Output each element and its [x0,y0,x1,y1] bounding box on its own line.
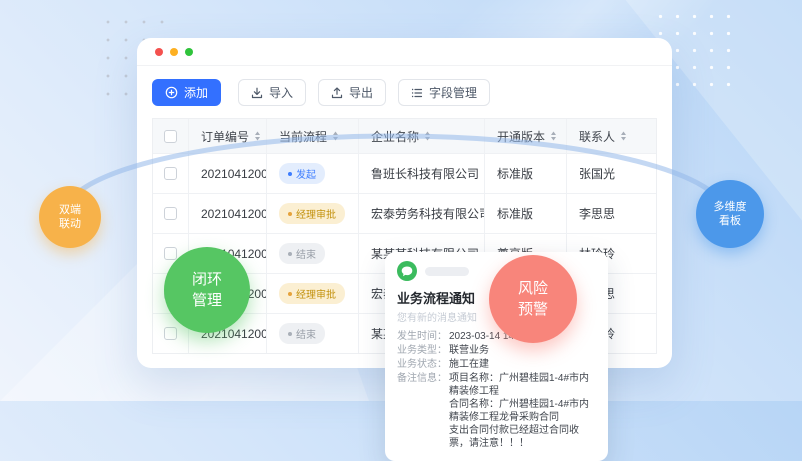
feature-bubble-dual-link: 双端联动 [39,186,101,248]
upload-icon [331,87,343,99]
plus-circle-icon [165,86,178,99]
process-status-badge: 经理审批 [279,203,345,224]
process-status-badge: 结束 [279,323,325,344]
field-label: 发生时间： [397,330,449,343]
export-button-label: 导出 [349,84,373,101]
toolbar: 添加 导入 导出 字段管理 [137,66,672,118]
process-status-badge: 经理审批 [279,283,345,304]
row-checkbox[interactable] [164,247,177,260]
sort-icon[interactable] [254,131,261,141]
field-manage-button-label: 字段管理 [429,84,477,101]
chat-icon [397,261,417,281]
header-order-no: 订单编号 [201,128,249,145]
version: 标准版 [497,165,533,182]
add-button-label: 添加 [184,84,208,101]
version: 标准版 [497,205,533,222]
sort-icon[interactable] [620,131,627,141]
field-label: 备注信息： [397,372,449,450]
feature-bubble-risk-warning: 风险预警 [489,255,577,343]
window-titlebar [137,38,672,66]
row-checkbox[interactable] [164,327,177,340]
contact-name: 张国光 [579,165,615,182]
table-row: 20210412001 发起 鲁班长科技有限公司 标准版 张国光 [153,153,656,193]
import-button[interactable]: 导入 [238,79,306,106]
process-status-badge: 结束 [279,243,325,264]
sort-icon[interactable] [424,131,431,141]
company-name: 鲁班长科技有限公司 [371,165,479,182]
header-contact: 联系人 [579,128,615,145]
field-value: 联营业务 [449,344,489,357]
field-label: 业务状态： [397,358,449,371]
add-button[interactable]: 添加 [152,79,221,106]
order-no: 20210412001 [201,167,267,181]
header-version: 开通版本 [497,128,545,145]
list-icon [411,87,423,99]
feature-bubble-closed-loop: 闭环管理 [164,247,250,333]
sort-icon[interactable] [550,131,557,141]
field-manage-button[interactable]: 字段管理 [398,79,490,106]
maximize-window-dot[interactable] [185,48,193,56]
feature-bubble-dashboard: 多维度看板 [696,180,764,248]
download-icon [251,87,263,99]
field-value: 施工在建 [449,358,489,371]
header-company: 企业名称 [371,128,419,145]
table-header-row: 订单编号 当前流程 企业名称 开通版本 联系人 [153,119,656,153]
row-checkbox[interactable] [164,207,177,220]
select-all-checkbox[interactable] [164,130,177,143]
process-status-badge: 发起 [279,163,325,184]
minimize-window-dot[interactable] [170,48,178,56]
row-checkbox[interactable] [164,167,177,180]
header-process: 当前流程 [279,128,327,145]
field-label: 业务类型： [397,344,449,357]
table-row: 20210412002 经理审批 宏泰劳务科技有限公司 标准版 李思思 [153,193,656,233]
close-window-dot[interactable] [155,48,163,56]
import-button-label: 导入 [269,84,293,101]
sort-icon[interactable] [332,131,339,141]
company-name: 宏泰劳务科技有限公司 [371,205,485,222]
remark-lines: 项目名称：广州碧桂园1-4#市内精装修工程 合同名称：广州碧桂园1-4#市内精装… [449,372,596,450]
contact-name: 李思思 [579,205,615,222]
export-button[interactable]: 导出 [318,79,386,106]
order-no: 20210412002 [201,207,267,221]
placeholder-bar [425,267,469,276]
